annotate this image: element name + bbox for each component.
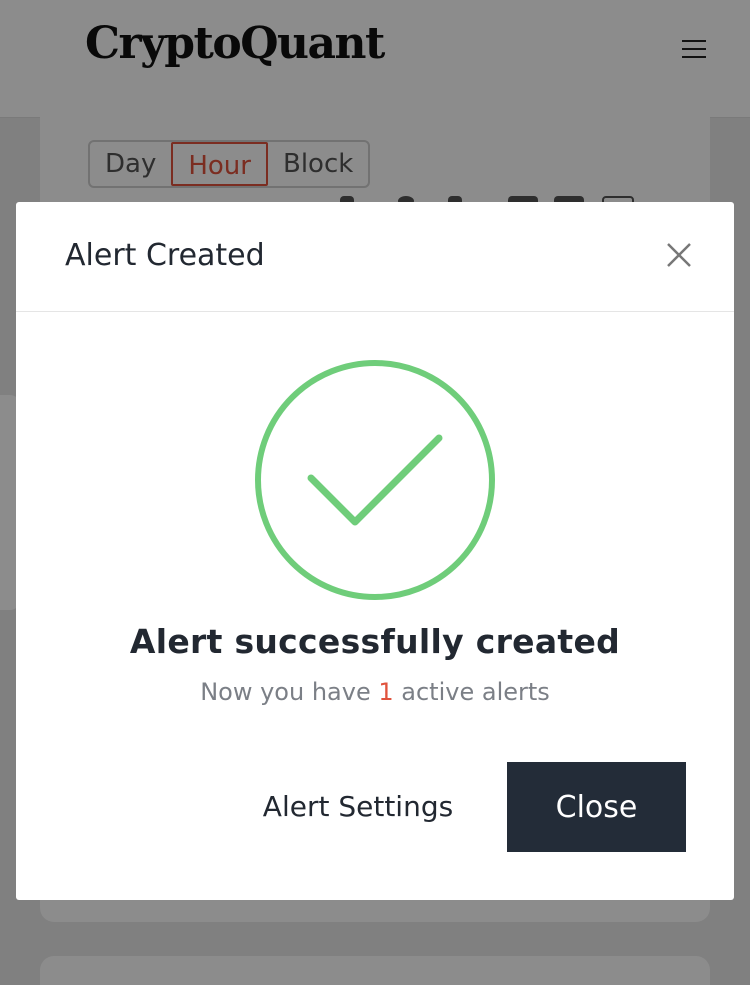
alert-created-dialog: Alert Created Alert successfully created… (16, 202, 734, 900)
active-alert-count: 1 (378, 678, 394, 706)
alert-settings-button[interactable]: Alert Settings (248, 782, 468, 832)
close-button[interactable]: Close (507, 762, 686, 852)
success-message: Alert successfully created (129, 622, 621, 661)
dialog-header: Alert Created (16, 202, 734, 312)
active-alerts-summary: Now you have 1 active alerts (16, 678, 734, 706)
check-circle-icon (255, 360, 495, 600)
dialog-title: Alert Created (65, 238, 265, 273)
close-icon[interactable] (666, 242, 692, 268)
summary-prefix: Now you have (200, 678, 371, 706)
summary-suffix: active alerts (401, 678, 550, 706)
